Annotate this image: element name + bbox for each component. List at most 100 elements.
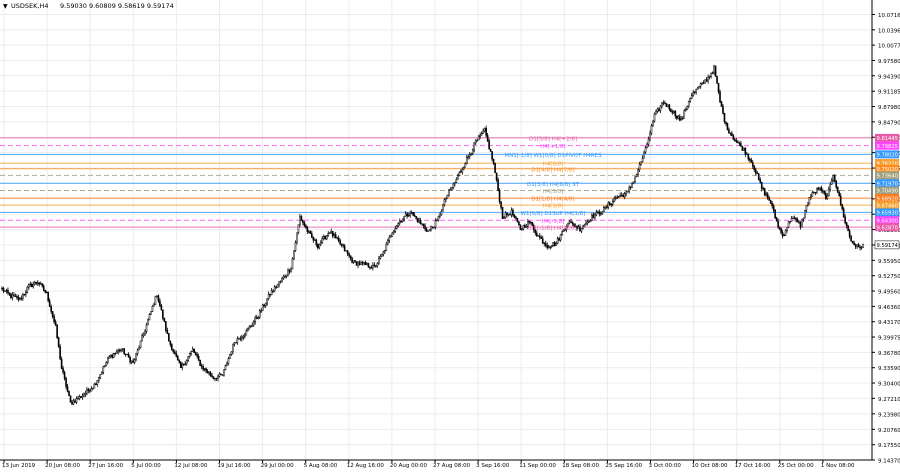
- candle-body: [394, 228, 397, 232]
- candle-body: [319, 242, 322, 245]
- candle-body: [796, 219, 799, 223]
- candle-body: [832, 175, 835, 181]
- dropdown-arrow-icon[interactable]: ▼: [3, 3, 8, 10]
- candle-body: [175, 353, 178, 357]
- candle-body: [629, 186, 632, 189]
- level-label: D1[-1/8] H4[-2/8]: [529, 226, 576, 232]
- price-tick-label: 9.91185: [878, 90, 900, 96]
- candle-body: [296, 232, 298, 243]
- candle-body: [87, 389, 90, 391]
- candle-body: [375, 265, 377, 267]
- candle-body: [188, 353, 191, 357]
- candle-body: [549, 246, 551, 248]
- candle-body: [162, 309, 164, 319]
- candle-body: [749, 158, 751, 161]
- candle-body: [513, 214, 516, 218]
- candle-body: [625, 191, 627, 195]
- candle-body: [187, 356, 190, 361]
- candle-body: [33, 281, 36, 285]
- candle-body: [407, 215, 410, 217]
- candle-body: [385, 243, 388, 251]
- candle-body: [172, 349, 175, 353]
- time-tick-label: 12 Aug 16:00: [347, 463, 385, 469]
- candle-body: [680, 118, 683, 121]
- candle-body: [455, 179, 458, 183]
- candle-body: [165, 321, 167, 331]
- chart-svg[interactable]: D1[5/8] H4[+2/8] H4[+1/8] MN1[-1/8] W1[0/8…: [0, 0, 900, 470]
- candle-body: [336, 237, 338, 239]
- candle-body: [661, 102, 663, 107]
- candle-body: [63, 371, 66, 379]
- candle-body: [626, 191, 629, 193]
- candle-body: [98, 377, 100, 381]
- candle-body: [477, 135, 480, 141]
- candle-body: [410, 212, 413, 214]
- candle-body: [321, 237, 324, 243]
- candle-body: [738, 142, 741, 144]
- candle-body: [401, 218, 404, 222]
- time-tick-label: 20 Jun 08:00: [45, 463, 80, 469]
- candle-body: [416, 217, 419, 223]
- candle-body: [722, 106, 724, 114]
- candle-body: [236, 338, 239, 344]
- price-tick-label: 9.94390: [878, 74, 900, 80]
- candle-body: [746, 153, 748, 155]
- candle-body: [200, 365, 203, 367]
- candle-body: [343, 245, 346, 252]
- candle-body: [60, 359, 63, 369]
- candle-body: [156, 295, 158, 297]
- candle-body: [305, 225, 307, 228]
- candle-body: [334, 234, 337, 238]
- candle-body: [772, 205, 775, 211]
- candle-body: [223, 369, 225, 376]
- level-label: D1[4/8] H4[7/8]: [531, 167, 574, 173]
- candle-body: [285, 274, 288, 277]
- candle-body: [716, 76, 718, 84]
- price-tick-label: 9.27210: [878, 397, 900, 403]
- candle-body: [245, 330, 248, 336]
- candle-body: [850, 236, 852, 242]
- candle-body: [498, 190, 501, 202]
- candle-body: [699, 83, 702, 87]
- candle-body: [811, 192, 814, 197]
- candle-body: [735, 140, 738, 143]
- candle-body: [656, 108, 659, 112]
- candle-body: [641, 157, 644, 162]
- candle-body: [771, 203, 773, 207]
- candle-body: [109, 354, 112, 357]
- candle-body: [717, 83, 720, 92]
- candle-body: [489, 148, 492, 152]
- candle-body: [765, 193, 767, 196]
- candle-body: [713, 65, 715, 73]
- chart-area[interactable]: D1[5/8] H4[+2/8] H4[+1/8] MN1[-1/8] W1[0/8…: [0, 0, 900, 470]
- candle-body: [729, 132, 732, 134]
- candle-body: [255, 317, 258, 319]
- candle-body: [202, 366, 204, 370]
- candle-body: [689, 98, 692, 102]
- candle-body: [215, 377, 218, 380]
- candle-body: [181, 363, 184, 368]
- price-tick-label: 9.43170: [878, 320, 900, 326]
- time-tick-label: 13 Jun 2019: [2, 463, 36, 469]
- candle-body: [8, 292, 11, 295]
- time-tick-label: 20 Aug 00:00: [390, 463, 428, 469]
- candle-body: [731, 133, 733, 137]
- candle-body: [53, 316, 55, 322]
- candle-body: [839, 195, 842, 205]
- time-tick-label: 5 Jul 00:00: [131, 463, 161, 469]
- price-tick-label: 9.33590: [878, 366, 900, 372]
- candle-body: [275, 286, 277, 288]
- candle-body: [606, 206, 608, 208]
- level-label: MN1[-1/8] W1[0/8] D1PIVOT H4RES: [504, 153, 602, 159]
- candle-body: [13, 294, 15, 297]
- candle-body: [381, 254, 383, 257]
- price-tick-label: 9.20760: [878, 428, 900, 434]
- candle-body: [550, 245, 553, 248]
- candle-body: [54, 321, 57, 326]
- candle-body: [451, 187, 453, 190]
- candle-body: [72, 400, 75, 405]
- candle-body: [136, 349, 139, 354]
- candle-body: [544, 243, 547, 246]
- time-tick-label: 3 Sep 16:00: [476, 463, 510, 469]
- candle-body: [342, 244, 344, 247]
